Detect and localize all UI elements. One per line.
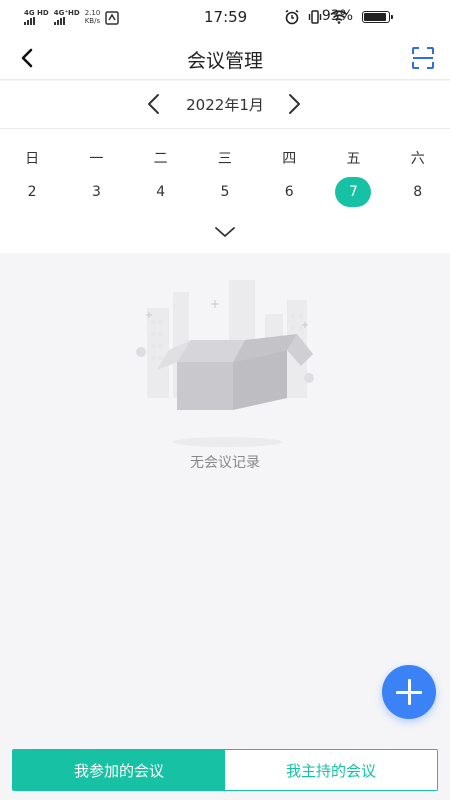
signal-icon <box>53 17 65 25</box>
page-title: 会议管理 <box>186 50 263 72</box>
date-cell[interactable]: 4 <box>129 177 193 207</box>
network-indicator-1: 4G HD <box>24 9 49 25</box>
weekday-label: 三 <box>217 151 232 167</box>
speed-unit: KB/s <box>84 17 101 25</box>
battery-icon <box>362 11 393 23</box>
date-cell[interactable]: 5 <box>193 177 257 207</box>
status-bar: 4G HD 4G⁺HD 2.10 KB/s 17:59 93% <box>0 0 450 36</box>
date-cell[interactable]: 2 <box>0 177 64 207</box>
next-month-icon[interactable] <box>282 91 306 117</box>
date-cell[interactable]: 8 <box>386 177 450 207</box>
weekday-label: 日 <box>25 151 40 167</box>
weekday-label: 六 <box>410 151 425 167</box>
tab-joined-meetings[interactable]: 我参加的会议 <box>13 750 225 790</box>
weekday-row: 日 一 二 三 四 五 六 <box>0 143 450 173</box>
calendar: 2022年1月 日 一 二 三 四 五 六 2 3 4 5 6 7 8 <box>0 81 450 253</box>
weekday-label: 一 <box>89 151 104 167</box>
scan-icon[interactable] <box>410 45 436 71</box>
weekday-label: 四 <box>282 151 297 167</box>
vibrate-icon <box>308 10 322 24</box>
sim-icon <box>105 11 120 25</box>
status-bar-left: 4G HD 4G⁺HD 2.10 KB/s <box>24 9 120 25</box>
meeting-tabs: 我参加的会议 我主持的会议 <box>12 749 438 791</box>
network-speed: 2.10 KB/s <box>85 9 101 25</box>
month-label: 2022年1月 <box>186 96 264 114</box>
network-label-1: 4G HD <box>24 9 49 17</box>
alarm-icon <box>285 9 299 25</box>
date-row: 2 3 4 5 6 7 8 <box>0 177 450 207</box>
date-cell[interactable]: 3 <box>64 177 128 207</box>
add-meeting-button[interactable] <box>382 665 436 719</box>
app-header: 会议管理 <box>0 36 450 80</box>
signal-icon <box>24 17 35 25</box>
selected-date-label: 7 <box>335 177 372 207</box>
empty-state-text: 无会议记录 <box>190 455 260 471</box>
empty-box-illustration <box>136 280 314 447</box>
month-selector: 2022年1月 <box>0 81 450 129</box>
chevron-down-icon[interactable] <box>213 223 237 241</box>
weekday-label: 二 <box>153 151 168 167</box>
tab-hosted-meetings[interactable]: 我主持的会议 <box>225 750 437 790</box>
date-cell-selected[interactable]: 7 <box>321 177 385 207</box>
status-time: 17:59 <box>204 8 248 26</box>
date-cell[interactable]: 6 <box>257 177 321 207</box>
network-label-2: 4G⁺HD <box>53 9 80 17</box>
speed-value: 2.10 <box>84 9 101 17</box>
weekday-label: 五 <box>346 151 361 167</box>
battery-percent: 93% <box>321 8 353 24</box>
network-indicator-2: 4G⁺HD <box>53 9 80 25</box>
